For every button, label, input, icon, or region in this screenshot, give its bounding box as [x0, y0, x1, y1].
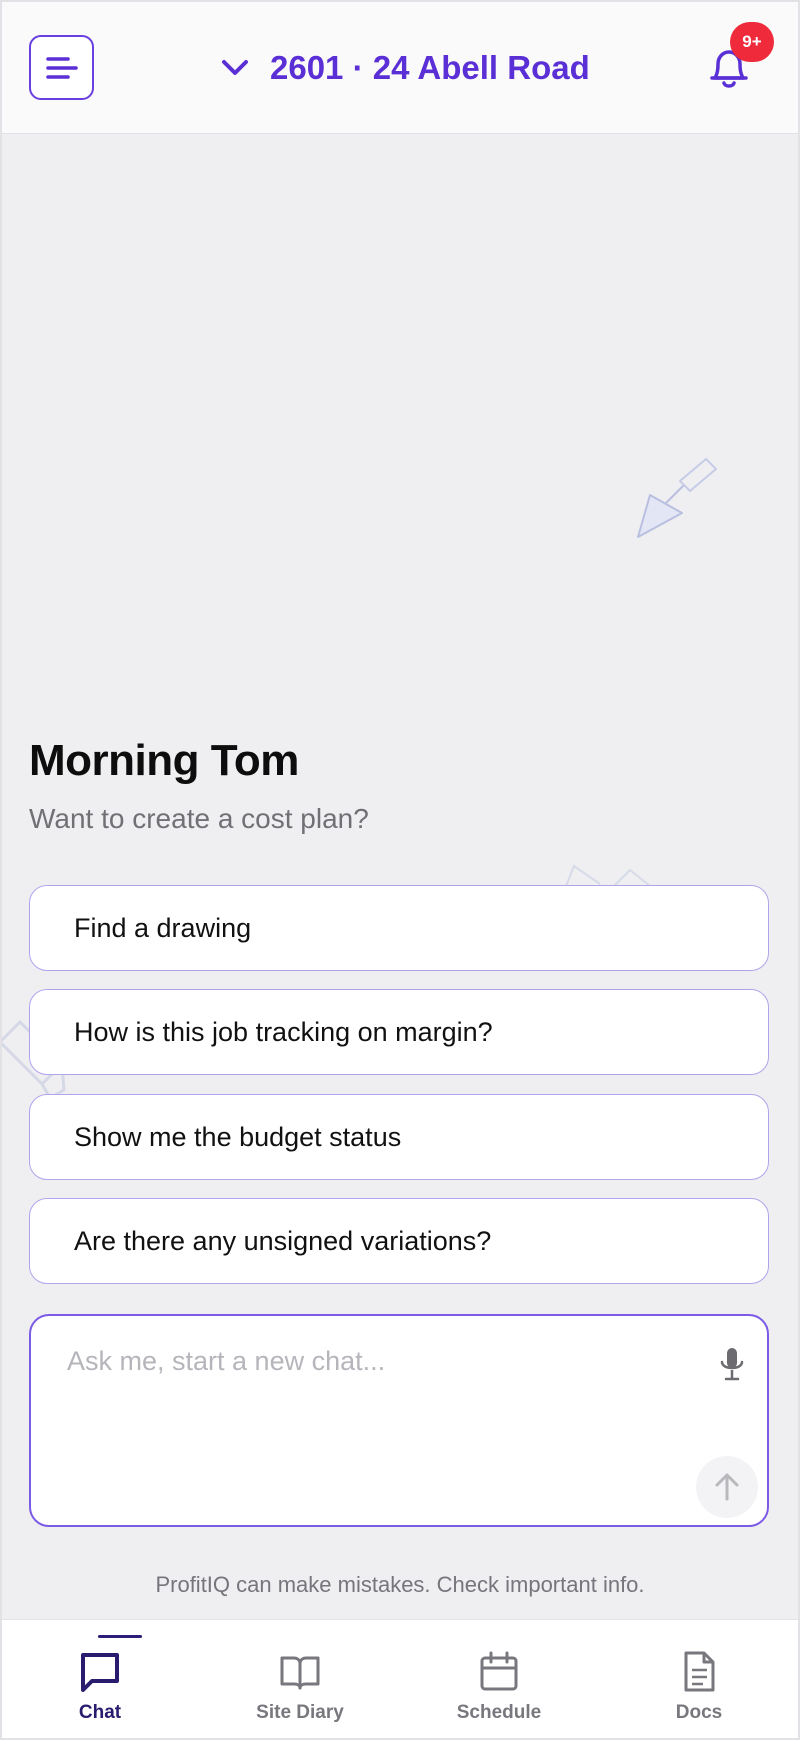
send-button[interactable] [696, 1456, 758, 1518]
nav-item-docs[interactable]: Docs [619, 1620, 779, 1740]
trowel-decoration-icon [637, 458, 717, 538]
nav-label-site-diary: Site Diary [256, 1702, 344, 1723]
nav-label-schedule: Schedule [456, 1702, 542, 1723]
active-tab-indicator [98, 1635, 142, 1638]
notification-badge: 9+ [730, 22, 774, 62]
suggestion-find-drawing[interactable]: Find a drawing [29, 885, 769, 971]
mic-button[interactable] [717, 1346, 747, 1382]
menu-button[interactable] [29, 35, 94, 100]
arrow-up-icon [715, 1473, 739, 1501]
nav-item-schedule[interactable]: Schedule [419, 1620, 579, 1740]
project-title: 2601 · 24 Abell Road [270, 49, 590, 86]
nav-label-chat: Chat [78, 1702, 122, 1723]
project-selector[interactable]: 2601 · 24 Abell Road [220, 45, 590, 91]
mic-icon [720, 1348, 744, 1381]
menu-icon [45, 56, 78, 79]
nav-item-chat[interactable]: Chat [20, 1620, 180, 1740]
chat-composer [29, 1314, 769, 1527]
chat-icon [81, 1653, 119, 1692]
nav-item-site-diary[interactable]: Site Diary [220, 1620, 380, 1740]
chevron-down-icon [222, 60, 248, 75]
chat-input[interactable] [67, 1338, 667, 1384]
greeting-title: Morning Tom [29, 736, 299, 785]
greeting-subtitle: Want to create a cost plan? [29, 803, 369, 834]
book-icon [280, 1656, 320, 1690]
suggestion-unsigned-variations[interactable]: Are there any unsigned variations? [29, 1198, 769, 1284]
bottom-nav: Chat Site Diary Schedule Docs [0, 1619, 800, 1740]
disclaimer-text: ProfitIQ can make mistakes. Check import… [155, 1572, 645, 1597]
calendar-icon [480, 1651, 518, 1691]
document-icon [684, 1651, 715, 1692]
top-bar: 2601 · 24 Abell Road 9+ [0, 0, 800, 134]
suggestion-budget-status[interactable]: Show me the budget status [29, 1094, 769, 1180]
nav-label-docs: Docs [675, 1702, 723, 1723]
suggestion-margin-tracking[interactable]: How is this job tracking on margin? [29, 989, 769, 1075]
